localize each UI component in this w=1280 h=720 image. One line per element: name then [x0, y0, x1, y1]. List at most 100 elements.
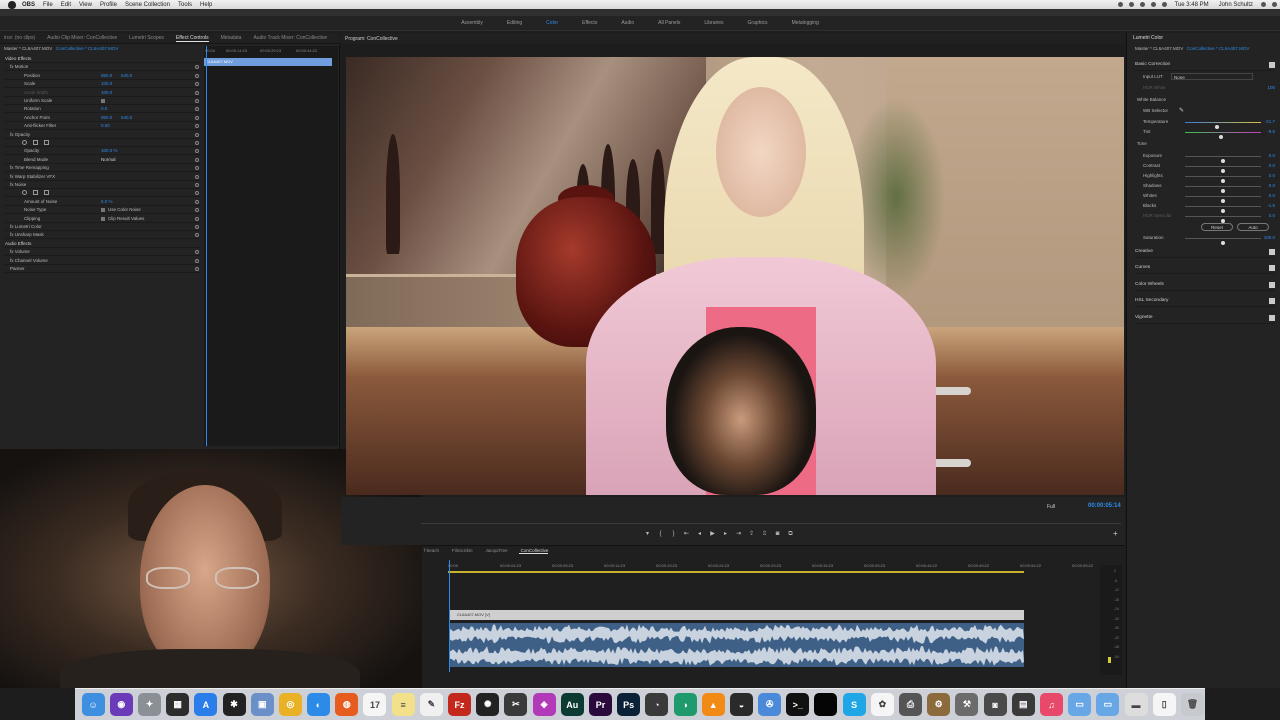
reset-parameter-icon[interactable]: [195, 258, 199, 263]
xcode-icon[interactable]: ✇: [758, 693, 782, 716]
effect-row[interactable]: Uniform Scale: [4, 97, 200, 105]
effect-row[interactable]: fx Unsharp Mask: [4, 231, 200, 240]
effect-value[interactable]: 960.0: [101, 114, 112, 122]
effect-checkbox[interactable]: [101, 99, 105, 103]
reset-button[interactable]: Reset: [1201, 223, 1233, 231]
motion-icon[interactable]: ◈: [532, 693, 556, 716]
section-checkbox[interactable]: [1269, 282, 1275, 288]
slider-knob[interactable]: [1221, 241, 1225, 245]
itunes-icon[interactable]: ♫: [1039, 693, 1063, 716]
effect-row[interactable]: [4, 139, 200, 147]
extract-icon[interactable]: ⇫: [760, 529, 770, 539]
tab-sequence-beach[interactable]: f-beach: [422, 548, 439, 553]
reset-parameter-icon[interactable]: [195, 115, 199, 120]
rect-mask-icon[interactable]: [33, 190, 38, 196]
terminal-icon[interactable]: >_: [786, 693, 810, 716]
lumetri-title[interactable]: Lumetri Color: [1133, 35, 1163, 41]
workspace-color[interactable]: Color: [546, 20, 558, 26]
workspace-effects[interactable]: Effects: [582, 20, 597, 26]
workspace-audio[interactable]: Audio: [621, 20, 634, 26]
workspace-graphics[interactable]: Graphics: [748, 20, 768, 26]
premiere-icon[interactable]: Pr: [588, 693, 612, 716]
effect-row[interactable]: fx Noise: [4, 181, 200, 189]
resolve-icon[interactable]: ◔: [645, 693, 669, 716]
add-marker-icon[interactable]: ▾: [643, 529, 653, 539]
tab-sequence-jacquitree[interactable]: JacquiTree: [484, 548, 508, 553]
slider-knob[interactable]: [1221, 219, 1225, 223]
effect-row[interactable]: Clipping Clip Result Values: [4, 215, 200, 223]
effect-row[interactable]: Amount of Noise 5.0 %: [4, 198, 200, 206]
program-timecode[interactable]: 00:00:05:14: [1088, 503, 1121, 509]
section-creative[interactable]: Creative: [1135, 246, 1275, 258]
reset-parameter-icon[interactable]: [195, 73, 199, 78]
effect-controls-ruler[interactable]: 00:00 00:00:14:23 00:00:29:23 00:00:44:2…: [204, 46, 338, 56]
effect-row[interactable]: fx Motion: [4, 63, 200, 72]
button-editor-icon[interactable]: +: [1113, 529, 1118, 538]
trash-icon[interactable]: 🗑: [1180, 693, 1204, 716]
effect-value[interactable]: 960.0: [101, 72, 112, 80]
section-vignette[interactable]: Vignette: [1135, 312, 1275, 324]
notes-icon[interactable]: ≡: [391, 693, 415, 716]
disk-icon[interactable]: ▤: [1011, 693, 1035, 716]
lumetri-slider[interactable]: [1185, 186, 1261, 193]
siri-icon[interactable]: ◉: [109, 693, 133, 716]
ellipse-mask-icon[interactable]: [22, 190, 27, 196]
notification-icon[interactable]: [1272, 2, 1277, 7]
folder-icon[interactable]: ▭: [1068, 693, 1092, 716]
tab-audio-track-mixer[interactable]: Audio Track Mixer: ConCollective: [253, 35, 327, 41]
effect-row[interactable]: Anti-flicker Filter 0.00: [4, 122, 200, 131]
slider-value[interactable]: 0.0: [1269, 171, 1275, 181]
safari-icon[interactable]: ◐: [307, 693, 331, 716]
audio-clip[interactable]: [449, 645, 1024, 667]
tab-metadata[interactable]: Metadata: [221, 35, 242, 41]
status-icon[interactable]: [1128, 2, 1134, 7]
tab-sequence-filmicskin[interactable]: FilmicSkin: [450, 548, 473, 553]
section-checkbox[interactable]: [1269, 315, 1275, 321]
section-checkbox[interactable]: [1269, 62, 1275, 68]
comparison-view-icon[interactable]: ⧉: [786, 529, 796, 539]
menu-profile[interactable]: Profile: [100, 2, 117, 8]
launchpad-icon[interactable]: ✦: [137, 693, 161, 716]
reset-parameter-icon[interactable]: [195, 141, 199, 145]
effect-row[interactable]: Opacity 100.0 %: [4, 147, 200, 156]
workspace-metalogging[interactable]: Metalogging: [792, 20, 819, 26]
volume-icon[interactable]: [1150, 2, 1156, 7]
reset-parameter-icon[interactable]: [195, 90, 199, 95]
section-checkbox[interactable]: [1269, 298, 1275, 304]
eyedropper-icon[interactable]: ✎: [1179, 106, 1184, 116]
tab-audio-clip-mixer[interactable]: Audio Clip Mixer: ConCollective: [47, 35, 117, 41]
textedit-icon[interactable]: ✎: [419, 693, 443, 716]
effect-controls-timeline[interactable]: 00:00 00:00:14:23 00:00:29:23 00:00:44:2…: [204, 46, 338, 446]
section-checkbox[interactable]: [1269, 265, 1275, 271]
program-monitor-frame[interactable]: [346, 57, 1124, 495]
effect-checkbox[interactable]: [101, 216, 105, 221]
utility-icon[interactable]: ⚒: [955, 693, 979, 716]
tab-lumetri-scopes[interactable]: Lumetri Scopes: [129, 35, 164, 41]
reset-parameter-icon[interactable]: [195, 82, 199, 87]
slider-value[interactable]: -21.7: [1265, 117, 1275, 127]
firefox-icon[interactable]: ◍: [335, 693, 359, 716]
tab-effect-controls[interactable]: Effect Controls: [175, 35, 209, 42]
effect-row[interactable]: fx Warp Stabilizer VFX: [4, 173, 200, 181]
lumetri-slider[interactable]: [1185, 166, 1261, 173]
dashboard-icon[interactable]: ✱: [222, 693, 246, 716]
davinci-icon[interactable]: ✺: [476, 693, 500, 716]
effect-row[interactable]: Scale Width 100.0: [4, 89, 200, 97]
camera-icon[interactable]: ◙: [983, 693, 1007, 716]
step-back-icon[interactable]: ◂: [695, 529, 705, 539]
reset-parameter-icon[interactable]: [195, 99, 199, 103]
effect-row[interactable]: Panner: [4, 265, 200, 273]
preview-icon[interactable]: ▣: [250, 693, 274, 716]
slider-value[interactable]: -9.5: [1267, 127, 1275, 137]
wifi-icon[interactable]: [1139, 2, 1145, 7]
effect-value[interactable]: 0.0: [101, 105, 107, 113]
slider-value[interactable]: 0.0: [1269, 181, 1275, 191]
effect-controls-clip-bar[interactable]: CL6A407.MOV: [204, 58, 332, 66]
reset-parameter-icon[interactable]: [195, 216, 199, 221]
folder2-icon[interactable]: ▭: [1096, 693, 1120, 716]
section-hsl-secondary[interactable]: HSL Secondary: [1135, 295, 1275, 307]
fit-select[interactable]: Full: [1047, 504, 1055, 510]
photos-icon[interactable]: ✿: [870, 693, 894, 716]
effect-row[interactable]: fx Lumetri Color: [4, 223, 200, 231]
skype-icon[interactable]: S: [842, 693, 866, 716]
